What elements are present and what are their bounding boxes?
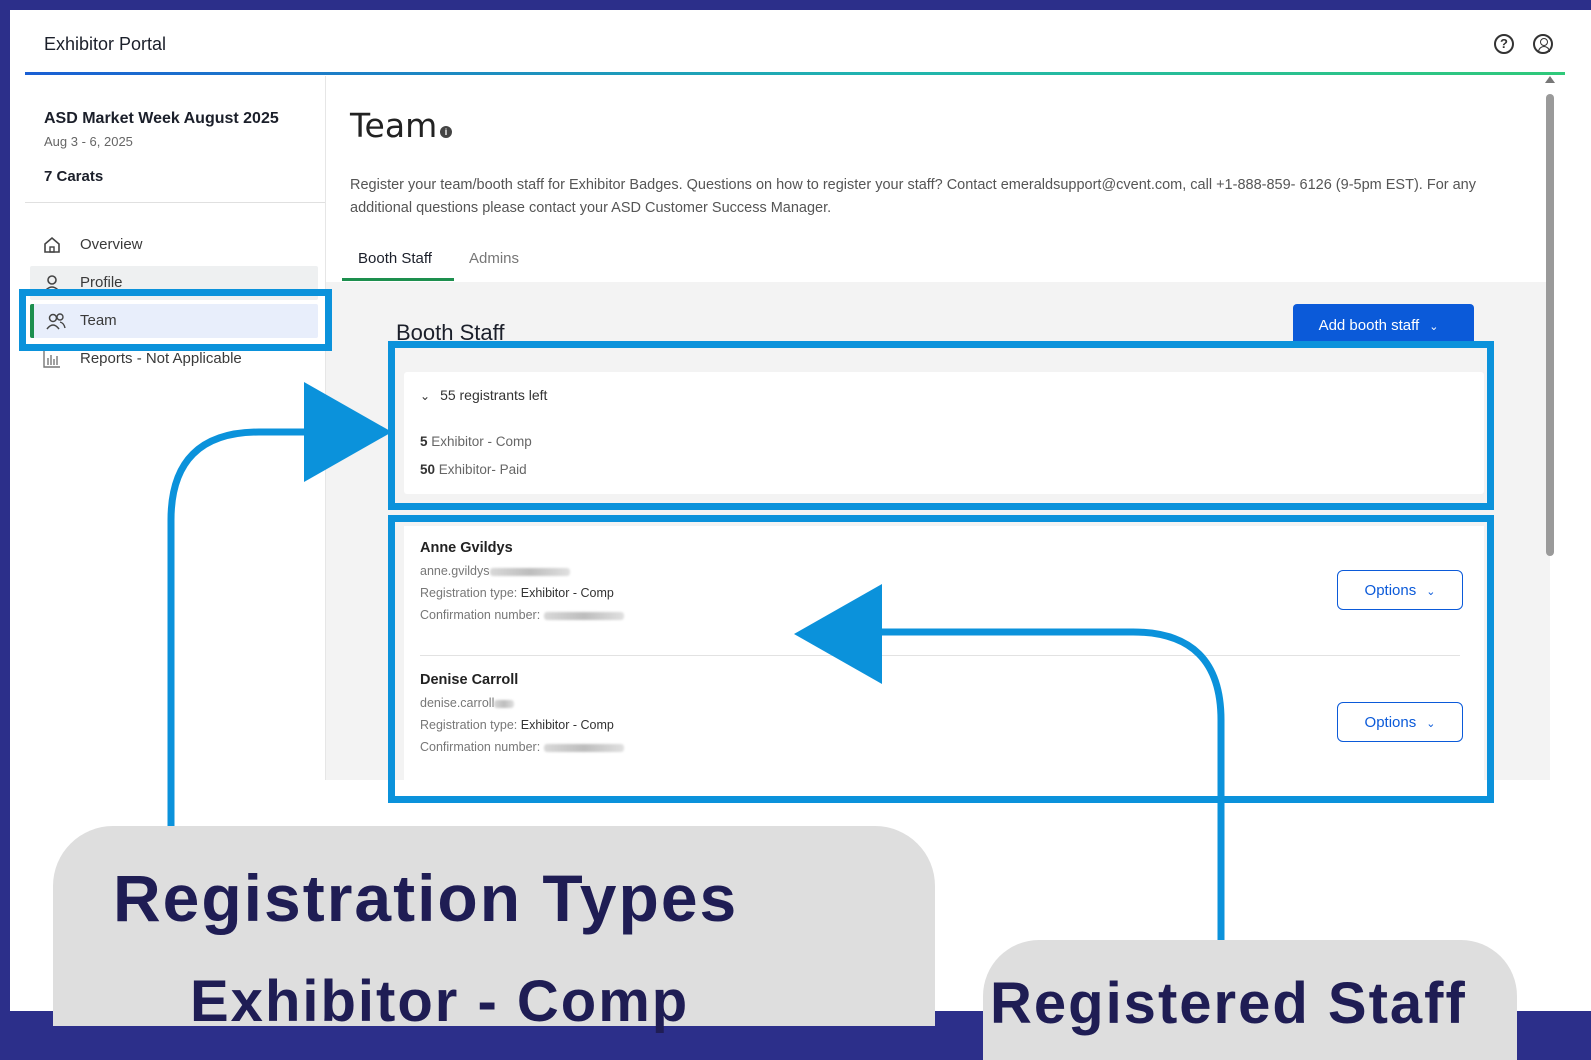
arrow-head-right [304,382,392,482]
arrow-line-left [167,428,320,850]
callout-title-registered-staff: Registered Staff [990,971,1467,1036]
callout-subtitle: Exhibitor - Comp [190,969,690,1034]
callout-title-registration-types: Registration Types [113,861,739,935]
arrow-head-left [794,584,882,684]
